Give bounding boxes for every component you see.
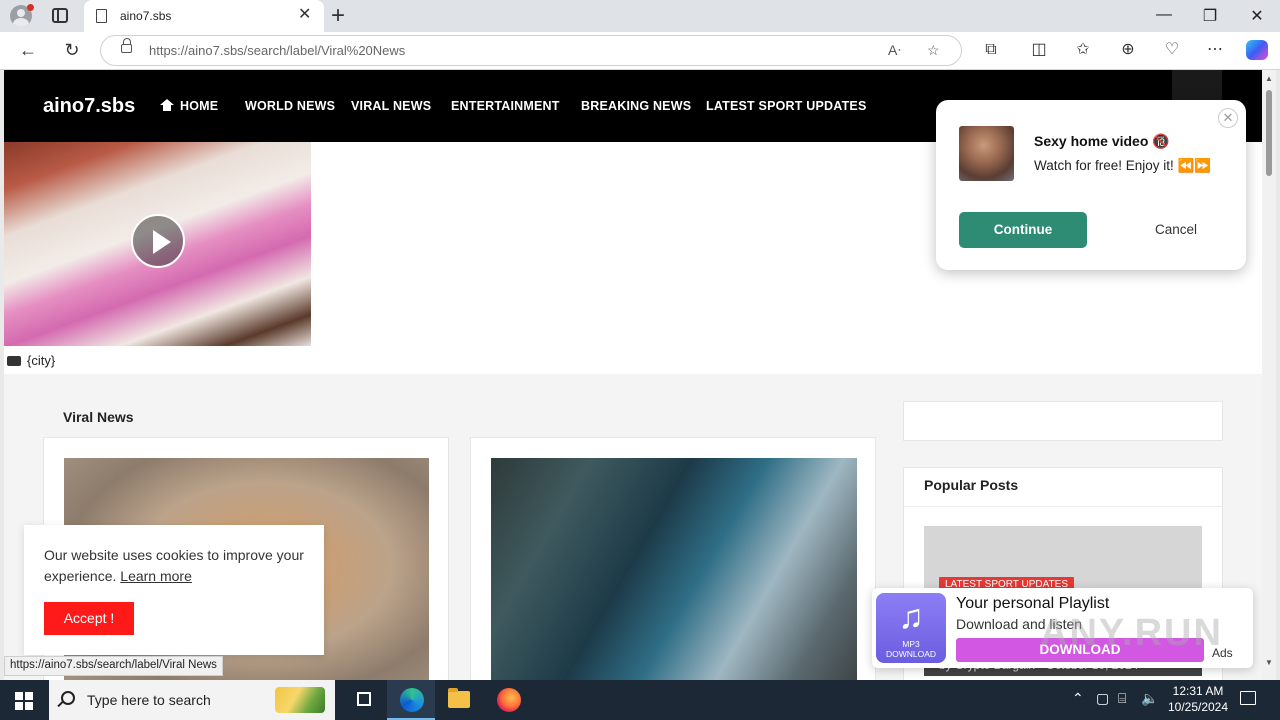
post-card[interactable] <box>470 437 876 680</box>
clock-date: 10/25/2024 <box>1167 700 1229 714</box>
split-screen-icon[interactable]: ◫ <box>1027 40 1051 60</box>
popup-subtitle: Watch for free! Enjoy it! ⏪⏩ <box>1034 158 1212 173</box>
tray-device-icon[interactable]: ▢ <box>1096 690 1109 707</box>
nav-world-news[interactable]: WORLD NEWS <box>245 99 335 113</box>
nav-entertainment[interactable]: ENTERTAINMENT <box>451 99 560 113</box>
site-logo[interactable]: aino7.sbs <box>43 95 135 118</box>
close-window-button[interactable]: ✕ <box>1242 6 1272 26</box>
copilot-icon[interactable] <box>1246 40 1268 60</box>
extensions-icon[interactable]: ⧉ <box>979 40 1003 60</box>
popup-thumbnail <box>959 126 1014 181</box>
popup-close-icon[interactable]: ✕ <box>1218 108 1238 128</box>
folder-icon <box>448 688 470 708</box>
profile-notification-dot <box>27 4 34 11</box>
active-tab[interactable]: aino7.sbs ✕ <box>84 0 324 32</box>
task-view-button[interactable] <box>340 680 388 720</box>
music-note-icon: ♫ <box>898 598 924 636</box>
watermark: ANY.RUN <box>1040 612 1223 654</box>
nav-viral-news[interactable]: VIRAL NEWS <box>351 99 431 113</box>
browser-tab-strip: aino7.sbs ✕ + — ❐ ✕ <box>0 0 1280 32</box>
scroll-thumb[interactable] <box>1266 90 1272 176</box>
adult-badge-icon: 🔞 <box>1152 133 1170 149</box>
settings-more-icon[interactable]: ⋯ <box>1203 40 1227 60</box>
browser-toolbar: ← ↻ https://aino7.sbs/search/label/Viral… <box>0 32 1280 70</box>
new-tab-button[interactable]: + <box>331 2 345 30</box>
nav-home-label: HOME <box>180 99 219 113</box>
search-highlight-image <box>275 687 325 713</box>
post-image[interactable] <box>491 458 857 680</box>
browser-essentials-icon[interactable]: ♡ <box>1160 40 1184 60</box>
volume-icon[interactable]: 🔈 <box>1141 690 1158 707</box>
read-aloud-icon[interactable]: Aᐧ <box>888 42 901 59</box>
search-icon <box>61 691 75 705</box>
taskbar-clock[interactable]: 12:31 AM 10/25/2024 <box>1160 683 1236 715</box>
link-status-bar: https://aino7.sbs/search/label/Viral New… <box>4 656 223 676</box>
task-view-icon <box>357 692 371 706</box>
back-arrow-icon[interactable]: ← <box>16 40 40 60</box>
taskbar-edge[interactable] <box>387 680 435 720</box>
address-bar[interactable]: https://aino7.sbs/search/label/Viral%20N… <box>100 35 962 66</box>
city-label: {city} <box>27 353 56 368</box>
scroll-down-icon[interactable]: ▼ <box>1265 658 1273 667</box>
windows-start-icon[interactable] <box>15 692 33 710</box>
popup-title-text: Sexy home video <box>1034 133 1149 149</box>
music-download-icon[interactable]: ♫ MP3 DOWNLOAD <box>876 593 946 663</box>
push-notification-popup: Sexy home video 🔞 Watch for free! Enjoy … <box>936 100 1246 270</box>
restore-button[interactable]: ❐ <box>1195 6 1225 26</box>
ad-title: Your personal Playlist <box>956 595 1110 612</box>
play-icon[interactable] <box>131 214 185 268</box>
search-placeholder: Type here to search <box>87 692 211 708</box>
continue-button[interactable]: Continue <box>959 212 1087 248</box>
taskbar-file-explorer[interactable] <box>435 680 483 720</box>
clock-time: 12:31 AM <box>1172 684 1224 698</box>
edge-icon <box>400 688 424 712</box>
scroll-up-icon[interactable]: ▲ <box>1265 74 1273 83</box>
lock-icon[interactable] <box>121 38 132 53</box>
learn-more-link[interactable]: Learn more <box>120 568 192 584</box>
section-title: Viral News <box>63 409 134 425</box>
minimize-button[interactable]: — <box>1149 6 1179 24</box>
network-icon[interactable]: ⌸ <box>1118 690 1126 707</box>
popular-posts-title: Popular Posts <box>924 477 1019 493</box>
ad-icon-line1: MP3 <box>902 639 920 649</box>
url-text[interactable]: https://aino7.sbs/search/label/Viral%20N… <box>149 43 405 58</box>
tab-actions-icon[interactable] <box>52 8 68 23</box>
favorite-star-icon[interactable]: ☆ <box>927 42 940 59</box>
cookie-message: Our website uses cookies to improve your… <box>44 545 314 587</box>
ad-icon-line2: DOWNLOAD <box>885 649 937 659</box>
taskbar-firefox[interactable] <box>484 680 532 720</box>
favorites-icon[interactable]: ✩ <box>1071 40 1095 60</box>
nav-breaking-news[interactable]: BREAKING NEWS <box>581 99 691 113</box>
collections-icon[interactable]: ⊕ <box>1116 40 1140 60</box>
firefox-icon <box>497 688 521 712</box>
tray-chevron-icon[interactable]: ⌃ <box>1072 690 1084 707</box>
page-icon <box>96 9 107 23</box>
camera-icon <box>7 356 21 366</box>
divider <box>904 506 1222 507</box>
page-scrollbar[interactable]: ▲ ▼ <box>1262 70 1276 680</box>
accept-cookies-button[interactable]: Accept ! <box>44 602 134 635</box>
taskbar-search[interactable]: Type here to search <box>49 680 335 720</box>
notification-icon[interactable] <box>1240 691 1256 705</box>
home-icon <box>160 99 174 111</box>
ad-icon-caption: MP3 DOWNLOAD <box>876 639 946 659</box>
cookie-banner: Our website uses cookies to improve your… <box>24 525 324 655</box>
tab-title: aino7.sbs <box>120 9 172 23</box>
sidebar-widget <box>903 401 1223 441</box>
video-thumbnail[interactable] <box>4 142 311 346</box>
popup-title: Sexy home video 🔞 <box>1034 133 1170 150</box>
refresh-icon[interactable]: ↻ <box>60 40 84 60</box>
nav-latest-sport-updates[interactable]: LATEST SPORT UPDATES <box>706 99 867 113</box>
cancel-button[interactable]: Cancel <box>1136 212 1216 248</box>
windows-taskbar: Type here to search ⌃ ▢ ⌸ 🔈 12:31 AM 10/… <box>0 680 1280 720</box>
tab-close-icon[interactable]: ✕ <box>298 6 311 24</box>
nav-home[interactable]: HOME <box>160 99 218 113</box>
